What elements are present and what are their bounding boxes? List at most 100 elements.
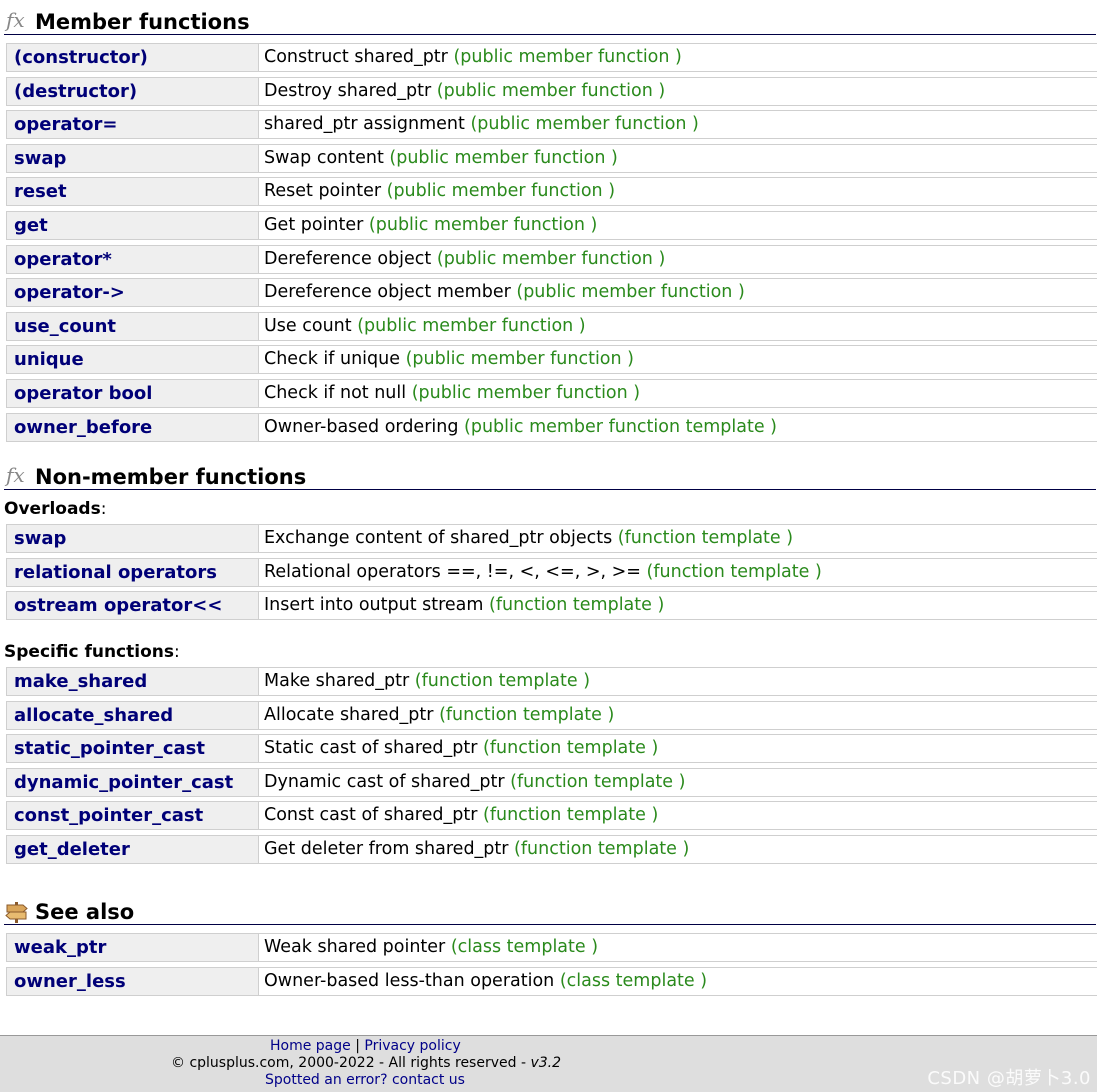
function-description: Check if unique (public member function …	[259, 346, 1097, 373]
table-row: operator= shared_ptr assignment (public m…	[6, 110, 1097, 140]
function-kind: (function template )	[483, 805, 659, 826]
description-text: Insert into output stream	[264, 595, 484, 616]
description-text: Dynamic cast of shared_ptr	[264, 771, 505, 792]
table-row: get_deleter Get deleter from shared_ptr (…	[6, 834, 1097, 864]
function-description: shared_ptr assignment (public member fun…	[259, 111, 1097, 138]
specific-functions-table: make_shared Make shared_ptr (function tem…	[6, 667, 1097, 869]
description-text: Make shared_ptr	[264, 671, 410, 691]
function-link[interactable]: unique	[6, 346, 259, 374]
overloads-table: swap Exchange content of shared_ptr objec…	[6, 524, 1097, 625]
function-link[interactable]: use_count	[6, 312, 259, 340]
page-footer: Home page | Privacy policy © cplusplus.c…	[0, 1035, 1097, 1092]
description-text: Dereference object	[264, 248, 432, 269]
description-text: Static cast of shared_ptr	[264, 738, 478, 759]
description-text: Check if not null	[264, 382, 407, 403]
function-link[interactable]: allocate_shared	[6, 701, 259, 729]
function-kind: (public member function )	[470, 114, 699, 135]
function-link[interactable]: make_shared	[6, 668, 259, 695]
table-row: allocate_shared Allocate shared_ptr (func…	[6, 700, 1097, 730]
function-kind: (function template )	[646, 561, 822, 582]
table-row: const_pointer_cast Const cast of shared_p…	[6, 801, 1097, 831]
function-description: Reset pointer (public member function )	[259, 178, 1097, 205]
privacy-policy-link[interactable]: Privacy policy	[364, 1038, 460, 1054]
description-text: Const cast of shared_ptr	[264, 805, 478, 826]
member-functions-table: (constructor) Construct shared_ptr (publi…	[6, 43, 1097, 446]
fx-icon: fx	[6, 8, 25, 32]
function-kind: (public member function )	[436, 80, 666, 101]
function-kind: (public member function )	[405, 349, 634, 370]
specific-functions-label: Specific functions:	[4, 642, 180, 662]
description-text: Use count	[264, 315, 352, 336]
description-text: Dereference object member	[264, 282, 511, 303]
table-row: swap Swap content (public member function…	[6, 143, 1097, 173]
table-row: reset Reset pointer (public member functi…	[6, 177, 1097, 207]
function-kind: (public member function )	[389, 147, 618, 168]
function-description: Dereference object member (public member…	[259, 279, 1097, 306]
function-link[interactable]: reset	[6, 178, 259, 206]
contact-link-wrap: Spotted an error? contact us	[265, 1072, 465, 1088]
function-link[interactable]: dynamic_pointer_cast	[6, 768, 259, 796]
function-link[interactable]: relational operators	[6, 558, 259, 586]
function-description: Use count (public member function )	[259, 313, 1097, 340]
function-description: Static cast of shared_ptr (function temp…	[259, 735, 1097, 762]
description-text: Get pointer	[264, 214, 364, 235]
function-kind: (function template )	[514, 838, 690, 859]
function-link[interactable]: operator*	[6, 245, 259, 273]
function-link[interactable]: weak_ptr	[6, 934, 259, 961]
member-functions-heading: fx Member functions	[4, 10, 1096, 35]
function-link[interactable]: ostream operator<<	[6, 592, 259, 620]
function-description: Construct shared_ptr (public member func…	[259, 44, 1097, 71]
function-kind: (function template )	[414, 671, 591, 691]
function-kind: (function template )	[510, 771, 686, 792]
function-description: Owner-based ordering (public member func…	[259, 414, 1097, 441]
table-row: dynamic_pointer_cast Dynamic cast of shar…	[6, 767, 1097, 797]
function-link[interactable]: operator=	[6, 111, 259, 139]
function-link[interactable]: swap	[6, 144, 259, 172]
function-description: Get pointer (public member function )	[259, 212, 1097, 239]
function-kind: (public member function )	[411, 382, 641, 403]
table-row: operator bool Check if not null (public m…	[6, 378, 1097, 408]
table-row: ostream operator<< Insert into output str…	[6, 591, 1097, 621]
signpost-icon	[5, 902, 28, 923]
function-kind: (function template )	[617, 528, 794, 548]
copyright-text: © cplusplus.com, 2000-2022 - All rights …	[171, 1055, 561, 1071]
home-page-link[interactable]: Home page	[270, 1038, 351, 1054]
csdn-watermark: CSDN @胡萝卜3.0	[927, 1068, 1091, 1089]
function-link[interactable]: get_deleter	[6, 835, 259, 863]
contact-us-link[interactable]: Spotted an error? contact us	[265, 1072, 465, 1088]
function-link[interactable]: operator bool	[6, 379, 259, 407]
function-description: Weak shared pointer (class template )	[259, 934, 1097, 961]
overloads-label-text: Overloads	[4, 499, 101, 519]
description-text: Owner-based ordering	[264, 416, 459, 437]
copyright-label: © cplusplus.com, 2000-2022 - All rights …	[171, 1055, 527, 1071]
function-link[interactable]: owner_less	[6, 967, 259, 995]
section-title: See also	[35, 900, 135, 924]
description-text: shared_ptr assignment	[264, 114, 465, 135]
see-also-heading: See also	[4, 900, 1096, 925]
function-kind: (public member function template )	[464, 416, 778, 437]
table-row: static_pointer_cast Static cast of shared…	[6, 734, 1097, 764]
footer-links: Home page | Privacy policy	[270, 1038, 461, 1054]
function-description: Allocate shared_ptr (function template )	[259, 702, 1097, 729]
function-link[interactable]: get	[6, 211, 259, 239]
function-description: Get deleter from shared_ptr (function te…	[259, 836, 1097, 863]
function-description: Dereference object (public member functi…	[259, 246, 1097, 273]
function-link[interactable]: static_pointer_cast	[6, 735, 259, 763]
function-description: Make shared_ptr (function template )	[259, 668, 1097, 695]
overloads-label: Overloads:	[4, 499, 107, 519]
description-text: Allocate shared_ptr	[264, 704, 434, 725]
function-link[interactable]: owner_before	[6, 413, 259, 441]
description-text: Weak shared pointer	[264, 937, 446, 957]
description-text: Owner-based less-than operation	[264, 970, 555, 991]
function-link[interactable]: (constructor)	[6, 44, 259, 71]
table-row: (destructor) Destroy shared_ptr (public m…	[6, 76, 1097, 106]
function-link[interactable]: swap	[6, 525, 259, 552]
function-link[interactable]: operator->	[6, 279, 259, 307]
function-link[interactable]: const_pointer_cast	[6, 802, 259, 830]
function-kind: (public member function )	[368, 214, 598, 235]
function-link[interactable]: (destructor)	[6, 77, 259, 105]
description-text: Exchange content of shared_ptr objects	[264, 528, 613, 548]
function-kind: (public member function )	[516, 282, 745, 303]
table-row: owner_less Owner-based less-than operatio…	[6, 966, 1097, 996]
fx-icon: fx	[6, 463, 25, 487]
